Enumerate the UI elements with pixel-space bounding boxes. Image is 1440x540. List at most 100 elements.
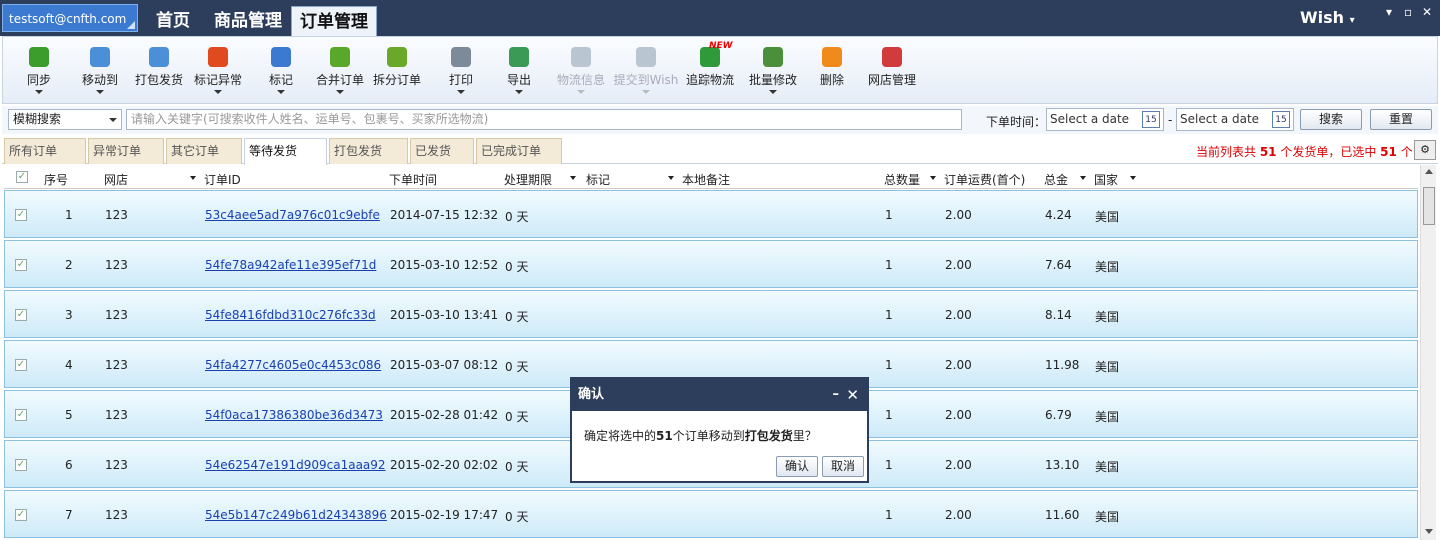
date-to-field[interactable]: Select a date 15 [1176,108,1294,131]
col-country[interactable]: 国家 [1094,171,1118,188]
table-row[interactable]: ✓ 2 123 54fe78a942afe11e395ef71d 2015-03-10 … [4,240,1418,288]
cell-total: 7.64 [1045,258,1072,272]
toolbar-export-button[interactable]: 导出 [503,43,535,103]
minimize-icon[interactable]: – [833,379,840,411]
col-total-qty[interactable]: 总数量 [884,171,920,188]
search-mode-select[interactable]: 模糊搜索 [8,109,122,130]
tab-order-3[interactable]: 等待发货 (51) [244,138,327,182]
confirm-button[interactable]: 确认 [776,456,818,477]
row-checkbox[interactable]: ✓ [15,209,27,221]
cell-id[interactable]: 54e62547e191d909ca1aaa92 [205,458,386,472]
row-checkbox[interactable]: ✓ [15,309,27,321]
calendar-icon[interactable]: 15 [1142,111,1160,128]
submit-icon [636,47,656,67]
cell-id[interactable]: 53c4aee5ad7a976c01c9ebfe [205,208,380,222]
cell-country: 美国 [1095,360,1120,374]
toolbar-batch-edit-button[interactable]: 批量修改 [745,43,801,103]
chevron-down-icon[interactable] [214,90,222,94]
toolbar: 同步 移动到 打包发货 标记异常 标记 合并订单 拆分订单 打印 导出 物流信息 提交到Wish NE… [2,36,1438,104]
row-checkbox[interactable]: ✓ [15,359,27,371]
tab-home[interactable]: 首页 [148,6,198,36]
tab-products[interactable]: 商品管理 [206,6,290,36]
col-no[interactable]: 序号 [44,171,68,188]
tab-order-6[interactable]: 已完成订单 (0) [476,138,562,182]
filter-dropdown-icon[interactable] [190,176,196,180]
chevron-down-icon[interactable] [577,90,585,94]
filter-dropdown-icon[interactable] [1080,176,1086,180]
row-checkbox[interactable]: ✓ [15,409,27,421]
keyword-input[interactable]: 请输入关键字(可搜索收件人姓名、运单号、包裹号、买家所选物流) [126,109,962,130]
toolbar-truck-button[interactable]: NEW 追踪物流 [685,41,735,103]
tab-orders[interactable]: 订单管理 [291,6,377,36]
row-checkbox[interactable]: ✓ [15,459,27,471]
tab-order-4[interactable]: 打包发货 (0) [329,138,408,182]
col-freight[interactable]: 订单运费(首个) [944,171,1025,188]
toolbar-printer-button[interactable]: 打印 [441,43,481,103]
cell-id[interactable]: 54f0aca17386380be36d3473 [205,408,383,422]
cell-qty: 1 [885,458,893,472]
minimize-button[interactable]: ▾ [1386,5,1392,19]
chevron-down-icon[interactable] [35,90,43,94]
chevron-down-icon[interactable] [96,90,104,94]
table-row[interactable]: ✓ 1 123 53c4aee5ad7a976c01c9ebfe 2014-07-15 … [4,190,1418,238]
account-dropdown[interactable]: testsoft@cnfth.com [2,4,138,32]
toolbar-shop-button[interactable]: 网店管理 [863,43,921,103]
cell-no: 7 [65,508,73,522]
cell-id[interactable]: 54fa4277c4605e0c4453c086 [205,358,381,372]
chevron-down-icon[interactable] [769,90,777,94]
close-icon[interactable]: ✕ [846,379,859,411]
cell-id[interactable]: 54fe8416fdbd310c276fc33d [205,308,376,322]
col-order-id[interactable]: 订单ID [204,171,241,188]
cell-shop: 123 [105,358,128,372]
tab-order-1[interactable]: 异常订单 (0) [88,138,164,182]
platform-menu[interactable]: Wish ▾ [1300,8,1355,27]
chevron-down-icon[interactable] [515,90,523,94]
col-total[interactable]: 总金 [1044,171,1068,188]
chevron-down-icon[interactable] [642,90,650,94]
tab-order-5[interactable]: 已发货 (0) [410,138,474,182]
row-checkbox[interactable]: ✓ [15,259,27,271]
toolbar-merge-button[interactable]: 合并订单 [313,43,367,103]
toolbar-trash-button[interactable]: 删除 [815,43,849,103]
col-flag[interactable]: 标记 [586,171,610,188]
search-button[interactable]: 搜索 [1300,109,1362,130]
date-from-field[interactable]: Select a date 15 [1046,108,1164,131]
col-order-time[interactable]: 下单时间 [389,171,437,188]
reset-button[interactable]: 重置 [1370,109,1432,130]
col-local-note[interactable]: 本地备注 [682,171,730,188]
col-deadline[interactable]: 处理期限 [504,171,552,188]
toolbar-blue-flag-button[interactable]: 标记 [261,43,301,103]
filter-dropdown-icon[interactable] [1130,176,1136,180]
scroll-up-icon[interactable] [1425,169,1433,174]
column-settings-icon[interactable]: ⚙ [1414,140,1436,160]
move-icon [90,47,110,67]
filter-dropdown-icon[interactable] [570,176,576,180]
chevron-down-icon[interactable] [277,90,285,94]
row-checkbox[interactable]: ✓ [15,509,27,521]
vertical-scrollbar[interactable] [1420,165,1436,540]
toolbar-move-button[interactable]: 移动到 [77,43,123,103]
col-shop[interactable]: 网店 [104,171,128,188]
cell-id[interactable]: 54e5b147c249b61d24343896 [205,508,387,522]
filter-dropdown-icon[interactable] [668,176,674,180]
tab-order-2[interactable]: 其它订单 (0) [166,138,242,182]
filter-dropdown-icon[interactable] [930,176,936,180]
toolbar-red-flag-button[interactable]: 标记异常 [191,43,245,103]
chevron-down-icon[interactable] [457,90,465,94]
select-all-checkbox[interactable]: ✓ [16,171,28,183]
tab-order-0[interactable]: 所有订单 (51) [4,138,86,182]
scroll-down-icon[interactable] [1425,529,1433,534]
close-window-button[interactable]: ✕ [1422,5,1432,19]
cancel-button[interactable]: 取消 [822,456,864,477]
table-row[interactable]: ✓ 3 123 54fe8416fdbd310c276fc33d 2015-03-10 … [4,290,1418,338]
cell-no: 6 [65,458,73,472]
cell-id[interactable]: 54fe78a942afe11e395ef71d [205,258,376,272]
toolbar-split-button[interactable]: 拆分订单 [371,43,423,103]
table-row[interactable]: ✓ 7 123 54e5b147c249b61d24343896 2015-02-19 … [4,490,1418,538]
toolbar-pack-ship-button[interactable]: 打包发货 [133,43,185,103]
restore-button[interactable]: ▫ [1404,5,1412,19]
calendar-icon[interactable]: 15 [1272,111,1290,128]
toolbar-sync-button[interactable]: 同步 [19,43,59,103]
scroll-thumb[interactable] [1423,187,1435,225]
chevron-down-icon[interactable] [336,90,344,94]
